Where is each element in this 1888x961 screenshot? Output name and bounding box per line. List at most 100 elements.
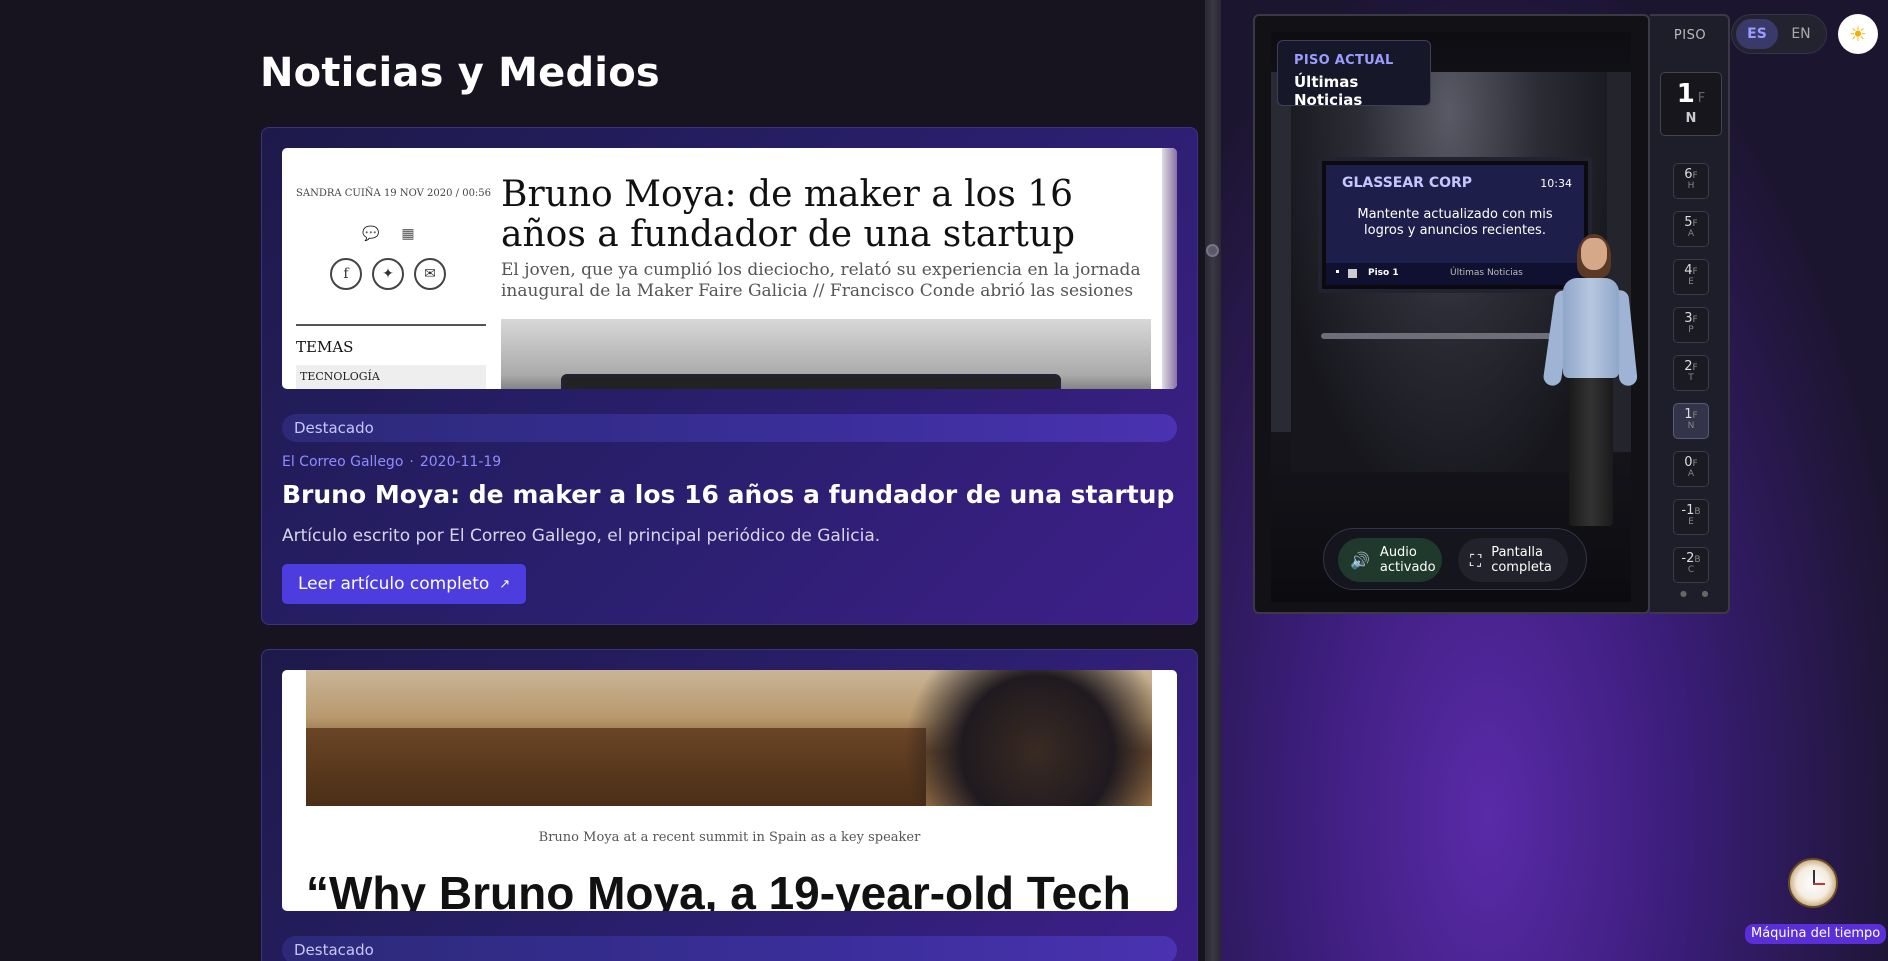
screen-time: 10:34 [1540,177,1572,190]
floor-number-value: 2 [1684,359,1693,374]
floor-suffix: F [1692,363,1698,373]
screen-footer-floor: Piso 1 [1368,268,1399,278]
fullscreen-label: Pantalla completa [1491,545,1552,575]
article-card: SANDRA CUIÑA 19 NOV 2020 / 00:56 💬▦ f ✦ … [261,127,1198,625]
image-tag: TECNOLOGÍA [296,365,486,389]
floor-letter: P [1688,325,1694,335]
image-byline: SANDRA CUIÑA 19 NOV 2020 / 00:56 [296,188,492,199]
floor-number-value: -1 [1681,503,1695,518]
floor-suffix: F [1692,459,1698,469]
elevator-controls: 🔊 Audio activado ⛶ Pantalla completa [1323,528,1587,590]
read-article-label: Leer artículo completo [298,574,490,594]
floor-letter: E [1688,277,1694,287]
floor-letter: A [1687,229,1695,239]
floor-number: 0F [1674,455,1708,470]
image-comment-icons: 💬▦ [362,226,437,242]
article-meta: El Correo Gallego · 2020-11-19 [282,454,501,470]
fullscreen-button[interactable]: ⛶ Pantalla completa [1458,538,1568,582]
floor-panel: PISO 1F N 6F H 5F A 4F E 3F P 2F T 1F N 0F A -1B E -2B C … [1650,14,1730,614]
floor-panel-title: PISO [1673,28,1707,43]
floor-number: 3F [1674,311,1708,326]
floor-panel-dots: ● ● [1680,589,1715,598]
floor-number: -1B [1674,503,1708,518]
image-edge [1162,148,1177,389]
image-share-icons: f ✦ ✉ [330,258,446,290]
article-date: 2020-11-19 [419,454,502,470]
floor-suffix: F [1692,267,1698,277]
language-switch: ES EN [1731,14,1827,54]
floor-button[interactable]: 0F A [1673,451,1709,487]
floor-letter: C [1687,565,1695,575]
mail-icon: ✉ [414,258,446,290]
fullscreen-icon: ⛶ [1470,550,1482,570]
floor-button[interactable]: 6F H [1673,163,1709,199]
audio-label: Audio activado [1379,545,1436,575]
image-temas: TEMAS [296,338,354,356]
floor-letter: A [1687,469,1695,479]
floor-button[interactable]: 1F N [1673,403,1709,439]
current-floor-number: 1 [1676,79,1695,109]
language-es-button[interactable]: ES [1736,19,1778,49]
read-article-button[interactable]: Leer artículo completo ↗ [282,564,527,604]
image-photo [306,670,1152,806]
floor-number: 6F [1674,167,1708,182]
screen-message: Mantente actualizado con mis logros y an… [1357,207,1553,238]
floor-number-value: 0 [1684,455,1693,470]
floor-number-value: 4 [1684,263,1693,278]
floor-button[interactable]: -1B E [1673,499,1709,535]
audio-toggle-button[interactable]: 🔊 Audio activado [1338,538,1442,582]
language-en-button[interactable]: EN [1780,19,1822,49]
featured-badge: Destacado [282,414,1177,442]
floor-letter: H [1687,181,1695,191]
avatar [1541,234,1641,538]
article-card: Bruno Moya at a recent summit in Spain a… [261,649,1198,961]
floor-suffix: F [1692,411,1698,421]
image-divider [296,324,486,326]
image-caption: Bruno Moya at a recent summit in Spain a… [538,830,921,845]
floor-button[interactable]: 3F P [1673,307,1709,343]
floor-number-value: 1 [1684,407,1693,422]
floor-letter: N [1687,421,1695,431]
floor-button[interactable]: 4F E [1673,259,1709,295]
theme-toggle-button[interactable]: ☀ [1838,14,1878,54]
screen-footer-name: Últimas Noticias [1450,268,1523,278]
floor-number: 2F [1674,359,1708,374]
floor-button[interactable]: 5F A [1673,211,1709,247]
floor-suffix: B [1694,507,1701,517]
twitter-icon: ✦ [372,258,404,290]
floor-suffix: F [1692,171,1698,181]
splitter-handle[interactable] [1206,244,1219,257]
current-floor-suffix: F [1697,91,1706,106]
article-description: Artículo escrito por El Correo Gallego, … [282,526,881,546]
floor-number-value: -2 [1681,551,1695,566]
floor-number-value: 5 [1684,215,1693,230]
floor-number: -2B [1674,551,1708,566]
time-machine-label: Máquina del tiempo [1745,924,1887,944]
article-image[interactable]: Bruno Moya at a recent summit in Spain a… [282,670,1177,911]
floor-button[interactable]: -2B C [1673,547,1709,583]
screen-company: GLASSEAR CORP [1342,175,1473,191]
floor-letter: E [1688,517,1694,527]
floor-button[interactable]: 2F T [1673,355,1709,391]
featured-badge: Destacado [282,936,1177,961]
facebook-icon: f [330,258,362,290]
elevator-view: PISO ACTUAL Últimas Noticias GLASSEAR CO… [1253,14,1650,614]
news-section: Noticias y Medios SANDRA CUIÑA 19 NOV 20… [0,0,1205,961]
floor-suffix: B [1694,555,1701,565]
current-floor-display: 1F N [1660,72,1722,136]
floor-suffix: F [1692,315,1698,325]
time-machine-button[interactable] [1788,858,1838,908]
image-subheadline: El joven, que ya cumplió los dieciocho, … [501,260,1141,301]
current-floor-label: PISO ACTUAL [1294,53,1394,68]
current-floor-card: PISO ACTUAL Últimas Noticias [1277,40,1431,109]
pane-splitter[interactable] [1205,0,1221,961]
speaker-icon: 🔊 [1350,550,1370,570]
article-image[interactable]: SANDRA CUIÑA 19 NOV 2020 / 00:56 💬▦ f ✦ … [282,148,1177,389]
image-headline: “Why Bruno Moya, a 19-year-old Tech [306,867,1131,911]
elevator-rail [1321,333,1571,339]
stop-icon [1348,269,1357,278]
current-floor-letter: N [1685,111,1697,126]
floor-number-value: 3 [1684,311,1693,326]
external-link-icon: ↗ [499,576,511,592]
floor-number: 4F [1674,263,1708,278]
